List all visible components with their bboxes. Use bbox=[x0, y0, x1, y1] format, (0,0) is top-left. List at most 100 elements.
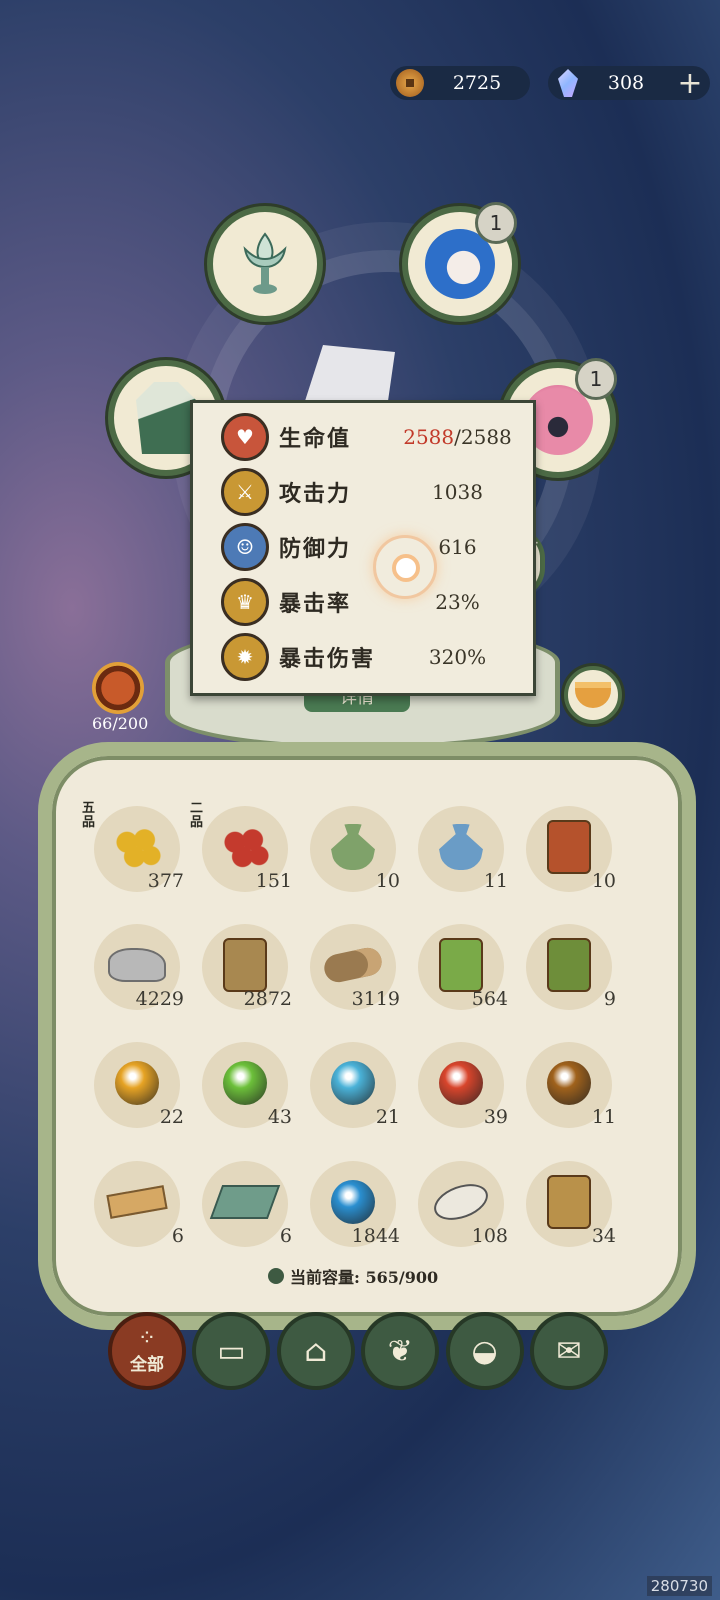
house-icon: ⌂ bbox=[304, 1333, 328, 1369]
item-count: 3119 bbox=[351, 988, 400, 1010]
rice-cake-icon bbox=[429, 1173, 493, 1231]
inventory-item[interactable]: 377 五品 bbox=[82, 800, 184, 892]
gold-orb-icon bbox=[108, 1054, 166, 1112]
tab-food[interactable]: ◒ bbox=[445, 1312, 524, 1390]
spirit-crystal-icon bbox=[558, 69, 578, 97]
stat-value-crit-damage: 320% bbox=[428, 645, 487, 669]
tab-herb[interactable]: ❦ bbox=[361, 1312, 440, 1390]
bowl-icon: ◒ bbox=[471, 1333, 498, 1369]
green-pouch-icon bbox=[324, 818, 382, 876]
tap-indicator-icon bbox=[373, 535, 437, 599]
inventory-item[interactable]: 11 bbox=[412, 800, 508, 892]
copper-coin-icon bbox=[396, 69, 424, 97]
wood-planks-icon bbox=[106, 1173, 168, 1231]
stat-row-defense: ☺ 防御力 616 bbox=[221, 521, 521, 573]
add-gems-button[interactable]: + bbox=[674, 66, 706, 101]
item-count: 39 bbox=[483, 1106, 508, 1128]
stat-row-crit-rate: ♛ 暴击率 23% bbox=[221, 576, 521, 628]
hp-current: 2588 bbox=[403, 425, 455, 449]
inventory-item[interactable]: 43 bbox=[196, 1036, 292, 1128]
heart-icon: ♥ bbox=[221, 413, 269, 461]
inventory-item[interactable]: 1844 bbox=[304, 1155, 400, 1247]
sword-icon: ⚔ bbox=[221, 468, 269, 516]
inventory-item[interactable]: 564 bbox=[412, 918, 508, 1010]
inventory-item[interactable]: 11 bbox=[520, 1036, 616, 1128]
robe-icon bbox=[136, 382, 196, 454]
wood-orb-icon bbox=[216, 1054, 274, 1112]
watermark: 280730 bbox=[646, 1576, 712, 1596]
capacity-icon bbox=[268, 1268, 284, 1284]
inventory-item[interactable]: 10 bbox=[304, 800, 400, 892]
tab-building[interactable]: ⌂ bbox=[276, 1312, 355, 1390]
yellow-berries-icon bbox=[108, 818, 166, 876]
inventory-item[interactable]: 6 bbox=[88, 1155, 184, 1247]
character-level: 66/200 bbox=[92, 714, 149, 733]
stats-panel: ♥ 生命值 2588/2588 ⚔ 攻击力 1038 ☺ 防御力 616 ♛ 暴… bbox=[190, 400, 536, 696]
lotus-lamp-slot[interactable] bbox=[207, 206, 323, 322]
inventory-item[interactable]: 22 bbox=[88, 1036, 184, 1128]
stat-label-crit-damage: 暴击伤害 bbox=[279, 646, 376, 672]
log-icon bbox=[321, 936, 385, 994]
capacity-label: 当前容量: 565/900 bbox=[290, 1268, 439, 1287]
inventory-item[interactable]: 151 二品 bbox=[190, 800, 292, 892]
inventory-item[interactable]: 21 bbox=[304, 1036, 400, 1128]
item-count: 10 bbox=[591, 870, 616, 892]
inventory-item[interactable]: 6 bbox=[196, 1155, 292, 1247]
item-count: 11 bbox=[483, 870, 508, 892]
inventory-item[interactable]: 39 bbox=[412, 1036, 508, 1128]
token-icon bbox=[540, 1173, 598, 1231]
phoenix-badge: 1 bbox=[575, 358, 617, 400]
item-count: 4229 bbox=[135, 988, 184, 1010]
stat-row-attack: ⚔ 攻击力 1038 bbox=[221, 466, 521, 518]
fire-orb-icon bbox=[432, 1054, 490, 1112]
flame-crown-icon: ♛ bbox=[221, 578, 269, 626]
character-avatar[interactable] bbox=[92, 662, 144, 714]
item-count: 6 bbox=[171, 1225, 184, 1247]
inventory-item[interactable]: 4229 bbox=[88, 918, 184, 1010]
red-berries-icon bbox=[216, 818, 274, 876]
pet-badge: 1 bbox=[475, 202, 517, 244]
tab-scroll[interactable]: ✉ bbox=[529, 1312, 608, 1390]
item-count: 22 bbox=[159, 1106, 184, 1128]
herb-icon bbox=[540, 936, 598, 994]
person-shield-icon: ☺ bbox=[221, 523, 269, 571]
stat-label-hp: 生命值 bbox=[279, 426, 352, 452]
blue-pouch-icon bbox=[432, 818, 490, 876]
bamboo-icon bbox=[432, 936, 490, 994]
inventory-item[interactable]: 9 bbox=[520, 918, 616, 1010]
inventory-item[interactable]: 3119 bbox=[304, 918, 400, 1010]
inventory-item[interactable]: 10 bbox=[520, 800, 616, 892]
jade-ingot-icon bbox=[209, 1173, 281, 1231]
inventory-grid: 377 五品 151 二品 10 11 10 4229 2872 3119 564 9 22 43 21 39… bbox=[82, 800, 628, 1270]
earth-orb-icon bbox=[540, 1054, 598, 1112]
capacity-indicator: 当前容量: 565/900 bbox=[268, 1264, 438, 1288]
item-count: 1844 bbox=[351, 1225, 400, 1247]
gem-amount: 308 bbox=[607, 72, 645, 94]
item-grade-label: 二品 bbox=[190, 801, 204, 830]
item-grade-label: 五品 bbox=[82, 801, 96, 830]
tab-wood[interactable]: ▭ bbox=[192, 1312, 271, 1390]
stat-value-attack: 1038 bbox=[432, 480, 483, 504]
coin-amount: 2725 bbox=[452, 72, 502, 94]
spirit-flame-orb-icon bbox=[324, 1173, 382, 1231]
category-tabs: ⁘ 全部 ▭ ⌂ ❦ ◒ ✉ bbox=[108, 1312, 608, 1392]
tab-all[interactable]: ⁘ 全部 bbox=[108, 1312, 186, 1390]
item-count: 151 bbox=[255, 870, 292, 892]
inventory-item[interactable]: 2872 bbox=[196, 918, 292, 1010]
water-orb-icon bbox=[324, 1054, 382, 1112]
stat-value-hp: 2588/2588 bbox=[394, 425, 521, 449]
log-icon: ▭ bbox=[217, 1333, 246, 1369]
inventory-item[interactable]: 108 bbox=[412, 1155, 508, 1247]
stone-icon bbox=[108, 936, 166, 994]
inventory-item[interactable]: 34 bbox=[520, 1155, 616, 1247]
grid-dots-icon: ⁘ bbox=[137, 1325, 157, 1351]
item-count: 9 bbox=[603, 988, 616, 1010]
stat-row-hp: ♥ 生命值 2588/2588 bbox=[221, 411, 521, 463]
lotus-lamp-icon bbox=[243, 232, 287, 294]
stat-label-attack: 攻击力 bbox=[279, 481, 352, 507]
stat-row-crit-damage: ✹ 暴击伤害 320% bbox=[221, 631, 521, 683]
sprout-icon: ❦ bbox=[387, 1333, 413, 1369]
food-slot[interactable] bbox=[564, 666, 622, 724]
gem-counter: 308 + bbox=[548, 66, 710, 101]
item-count: 377 bbox=[147, 870, 184, 892]
